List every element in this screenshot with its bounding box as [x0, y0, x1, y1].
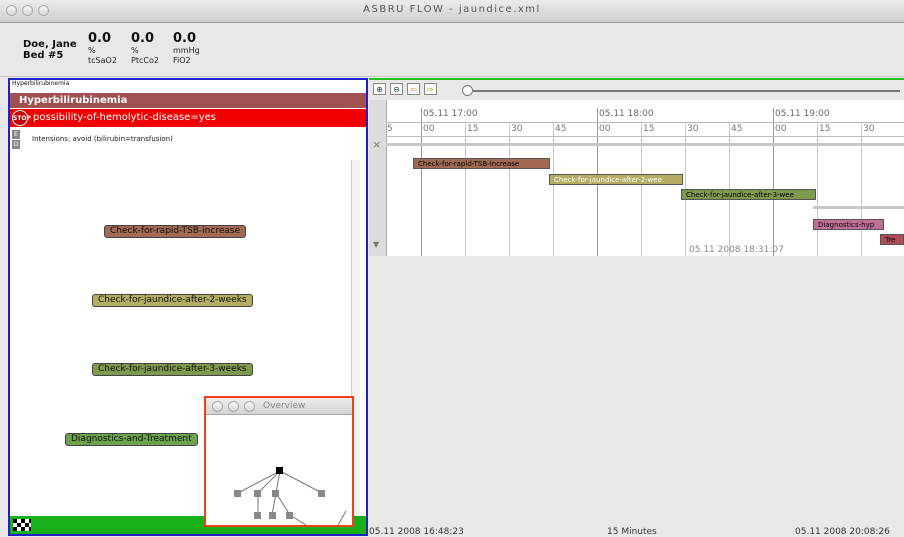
vital-unit: % [131, 46, 139, 55]
hour-label: 05.11 17:00 [423, 109, 478, 119]
detail-icon[interactable]: D [12, 140, 20, 149]
scroll-down-icon[interactable]: ▼ [373, 240, 379, 249]
header-divider [386, 136, 904, 137]
plan-node-check-jaundice-3-weeks[interactable]: Check-for-jaundice-after-3-weeks [92, 363, 253, 376]
plan-node-check-rapid-tsb[interactable]: Check-for-rapid-TSB-increase [104, 225, 247, 238]
minute-label: 45 [555, 124, 567, 134]
timeline-statusbar: 05.11 2008 16:48:23 15 Minutes 05.11 200… [369, 527, 904, 537]
intentions-text: Intensions: avoid (bilirubin=transfusion… [32, 135, 173, 143]
patient-info: Doe, Jane Bed #5 [23, 39, 77, 61]
hour-gridline [773, 108, 774, 256]
patient-name: Doe, Jane [23, 39, 77, 50]
range-start-time: 05.11 2008 16:48:23 [369, 527, 464, 537]
overview-minimize-button[interactable] [228, 401, 239, 412]
overview-titlebar[interactable]: Overview [206, 398, 352, 415]
vital-value: 0.0 [173, 31, 197, 46]
minute-label: 45 [731, 124, 743, 134]
breadcrumb: Hyperbilirubinemia [12, 80, 70, 87]
zoom-slider-knob[interactable] [462, 85, 473, 96]
back-button[interactable]: ⇦ [407, 83, 420, 95]
minute-label: 15 [819, 124, 831, 134]
timeline-chart: × ▼ 05.11 17:00 05.11 18:00 05.11 19:00 … [369, 100, 904, 256]
overview-window[interactable]: Overview [204, 396, 354, 527]
vital-unit: % [88, 46, 96, 55]
hour-label: 05.11 18:00 [599, 109, 654, 119]
timeline-bar-check-jaundice-2-weeks[interactable]: Check-for-jaundice-after-2-wee [549, 174, 683, 185]
vital-tcsao2: 0.0 % tcSaO2 [88, 31, 117, 66]
patient-header: Doe, Jane Bed #5 0.0 % tcSaO2 0.0 % PtcC… [0, 23, 904, 77]
minute-label: 00 [599, 124, 611, 134]
timeline-bar-diagnostics[interactable]: Diagnostics-hyp [813, 219, 884, 230]
overview-close-button[interactable] [212, 401, 223, 412]
vital-value: 0.0 [131, 31, 155, 46]
zoom-slider-track[interactable] [473, 90, 900, 92]
vital-ptcco2: 0.0 % PtcCo2 [131, 31, 159, 66]
vital-value: 0.0 [88, 31, 112, 46]
diagnostics-plan-range [813, 206, 904, 209]
timeline-bar-check-jaundice-3-weeks[interactable]: Check-for-jaundice-after-3-wee [681, 189, 816, 200]
minute-label: 30 [687, 124, 699, 134]
header-divider [386, 122, 904, 123]
finish-flag-icon [13, 519, 31, 531]
vital-label: PtcCo2 [131, 56, 159, 65]
minute-label: 15 [643, 124, 655, 134]
minute-label: 15 [467, 124, 479, 134]
vital-unit: mmHg [173, 46, 200, 55]
timeline-panel: ⊕ ⊖ ⇦ ⇨ × ▼ 05.11 17:00 05.11 18:00 05.1… [369, 78, 904, 537]
minute-label: 30 [863, 124, 875, 134]
forward-button[interactable]: ⇨ [424, 83, 437, 95]
close-track-icon[interactable]: × [372, 138, 381, 151]
expand-icon[interactable]: E [12, 130, 20, 139]
current-time-label: 05.11 2008 18:31:07 [689, 245, 784, 255]
plan-header[interactable]: Hyperbilirubinemia [10, 93, 366, 108]
patient-bed: Bed #5 [23, 50, 64, 61]
vital-label: tcSaO2 [88, 56, 117, 65]
plan-node-diagnostics-treatment[interactable]: Diagnostics-and-Treatment [65, 433, 198, 446]
zoom-in-button[interactable]: ⊕ [373, 83, 386, 95]
hour-label: 05.11 19:00 [775, 109, 830, 119]
minute-label: 5 [387, 124, 393, 134]
abort-condition-text: possibility-of-hemolytic-disease=yes [33, 112, 216, 123]
plan-node-check-jaundice-2-weeks[interactable]: Check-for-jaundice-after-2-weeks [92, 294, 253, 307]
overview-title: Overview [263, 401, 306, 411]
root-plan-range [386, 143, 904, 146]
zoom-out-button[interactable]: ⊖ [390, 83, 403, 95]
window-title: ASBRU FLOW - jaundice.xml [363, 4, 541, 15]
minute-label: 00 [775, 124, 787, 134]
timeline-side-strip: × ▼ [369, 100, 387, 256]
abort-condition-bar[interactable]: STOP possibility-of-hemolytic-disease=ye… [10, 109, 366, 127]
timeline-toolbar: ⊕ ⊖ ⇦ ⇨ [369, 80, 904, 100]
stop-icon: STOP [12, 110, 31, 126]
minute-label: 30 [511, 124, 523, 134]
overview-zoom-button[interactable] [244, 401, 255, 412]
overview-tree-diagram [234, 467, 347, 525]
time-interval: 15 Minutes [607, 527, 657, 537]
vital-label: FiO2 [173, 56, 191, 65]
timeline-bar-treatment[interactable]: Tre [880, 234, 904, 245]
window-titlebar: ASBRU FLOW - jaundice.xml [0, 0, 904, 23]
hour-gridline [421, 108, 422, 256]
range-end-time: 05.11 2008 20:08:26 [795, 527, 890, 537]
minute-label: 00 [423, 124, 435, 134]
timeline-bar-check-rapid-tsb[interactable]: Check-for-rapid-TSB-increase [413, 158, 550, 169]
vital-fio2: 0.0 mmHg FiO2 [173, 31, 200, 66]
